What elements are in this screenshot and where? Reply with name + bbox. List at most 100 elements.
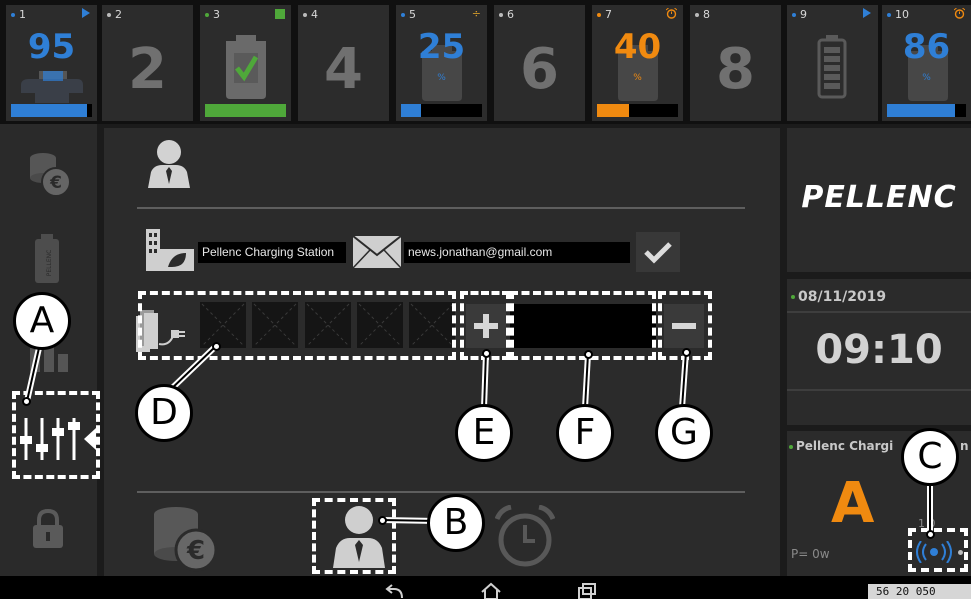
callout-a: A <box>13 292 71 350</box>
slot-6[interactable]: 6 6 <box>494 5 585 121</box>
slot-number: 7 <box>605 8 612 21</box>
slot-number: 8 <box>703 8 710 21</box>
slot-4[interactable]: 4 4 <box>298 5 389 121</box>
slot-9[interactable]: 9 <box>787 5 878 121</box>
slot-10[interactable]: 10 86 % <box>882 5 971 121</box>
coins-euro-tab-icon[interactable]: € <box>150 502 220 572</box>
charge-level-fill <box>887 104 955 117</box>
email-field[interactable]: news.jonathan@gmail.com <box>404 242 630 263</box>
callout-e-anchor <box>482 349 491 358</box>
slot-7[interactable]: 7 40 % <box>592 5 683 121</box>
station-name-tail: n <box>960 439 969 453</box>
slot-number: 10 <box>895 8 909 21</box>
charge-level-bar <box>597 104 678 117</box>
alarm-clock-tab-icon[interactable] <box>495 505 555 569</box>
alarm-clock-icon <box>954 8 965 19</box>
clock-time: 09:10 <box>815 327 943 373</box>
slot-2[interactable]: 2 2 <box>102 5 193 121</box>
callout-b-anchor <box>378 516 387 525</box>
charging-play-icon <box>82 8 90 18</box>
highlight-user-tab <box>312 498 396 574</box>
full-square-icon <box>275 9 285 19</box>
charger-dock-icon <box>21 71 83 103</box>
home-icon[interactable] <box>480 582 502 599</box>
slot-empty-number: 4 <box>324 37 363 102</box>
slot-percent: 95 <box>27 27 76 67</box>
percent-sign: % <box>922 73 931 83</box>
charging-play-icon <box>863 8 871 18</box>
slot-8[interactable]: 8 8 <box>690 5 781 121</box>
callout-b: B <box>427 494 485 552</box>
divider-top <box>137 207 745 209</box>
charge-level-bar <box>205 104 286 117</box>
app-screen: 1 95 2 2 3 4 4 5 ÷ 25 % 6 6 7 40 % 8 8 9… <box>0 0 971 599</box>
lock-icon[interactable] <box>30 508 66 550</box>
callout-c: C <box>901 428 959 486</box>
brand-logo-panel: PELLENC <box>787 128 971 272</box>
slot-percent: 86 <box>902 27 951 67</box>
callout-d: D <box>135 384 193 442</box>
highlight-wireless <box>908 528 968 572</box>
building-leaf-icon <box>146 229 194 271</box>
slot-3[interactable]: 3 <box>200 5 291 121</box>
status-readout: 56 20 050 <box>868 584 971 599</box>
slot-empty-number: 2 <box>128 37 167 102</box>
percent-sign: % <box>437 73 446 83</box>
charge-level-bar <box>887 104 966 117</box>
callout-g: G <box>655 404 713 462</box>
sidebar-menu: € PELLENC <box>0 124 97 576</box>
slot-number: 5 <box>409 8 416 21</box>
divider-bottom <box>137 491 745 493</box>
back-arrow-icon[interactable] <box>384 584 406 599</box>
slot-1[interactable]: 1 95 <box>6 5 97 121</box>
battery-empty-icon <box>817 35 847 99</box>
date-label: 08/11/2019 <box>798 289 887 305</box>
svg-text:PELLENC: PELLENC <box>46 250 53 277</box>
confirm-button[interactable] <box>636 232 680 272</box>
slot-number: 9 <box>800 8 807 21</box>
slot-5[interactable]: 5 ÷ 25 % <box>396 5 487 121</box>
divide-icon: ÷ <box>471 7 481 20</box>
slot-number: 2 <box>115 8 122 21</box>
highlight-value-field <box>510 291 656 360</box>
svg-text:€: € <box>49 173 62 193</box>
system-nav-bar <box>0 576 971 599</box>
callout-d-anchor <box>212 342 221 351</box>
slot-empty-number: 6 <box>520 37 559 102</box>
slot-number: 3 <box>213 8 220 21</box>
recent-apps-icon[interactable] <box>577 583 597 599</box>
callout-f-anchor <box>584 350 593 359</box>
slot-percent: 25 <box>417 27 466 67</box>
date-time-panel: 08/11/2019 09:10 <box>787 279 971 425</box>
charge-level-bar <box>11 104 92 117</box>
slot-number: 1 <box>19 8 26 21</box>
email-envelope-icon <box>352 235 402 269</box>
charge-level-fill <box>401 104 422 117</box>
battery-pack-icon[interactable]: PELLENC <box>34 234 60 284</box>
charge-level-fill <box>11 104 88 117</box>
battery-full-check-icon <box>226 35 266 99</box>
station-letter: A <box>831 471 875 536</box>
callout-g-anchor <box>682 348 691 357</box>
charge-level-fill <box>597 104 630 117</box>
user-profile-icon <box>148 140 190 188</box>
highlight-code-boxes <box>138 291 456 360</box>
alarm-clock-icon <box>666 8 677 19</box>
station-name-label: Pellenc Chargi <box>796 439 894 453</box>
slot-number: 4 <box>311 8 318 21</box>
slot-number: 6 <box>507 8 514 21</box>
power-label: P= 0w <box>791 547 830 561</box>
pellenc-logo: PELLENC <box>801 180 957 215</box>
svg-text:€: € <box>186 536 205 566</box>
coins-euro-icon[interactable]: € <box>26 150 72 198</box>
checkmark-icon <box>644 242 672 264</box>
station-name-field[interactable]: Pellenc Charging Station <box>198 242 346 263</box>
callout-e: E <box>455 404 513 462</box>
callout-f: F <box>556 404 614 462</box>
callout-a-anchor <box>22 397 31 406</box>
slot-percent: 40 <box>613 27 662 67</box>
battery-slot-bar: 1 95 2 2 3 4 4 5 ÷ 25 % 6 6 7 40 % 8 8 9… <box>0 0 971 124</box>
callout-c-anchor <box>926 530 935 539</box>
slot-empty-number: 8 <box>716 37 755 102</box>
charge-level-bar <box>401 104 482 117</box>
